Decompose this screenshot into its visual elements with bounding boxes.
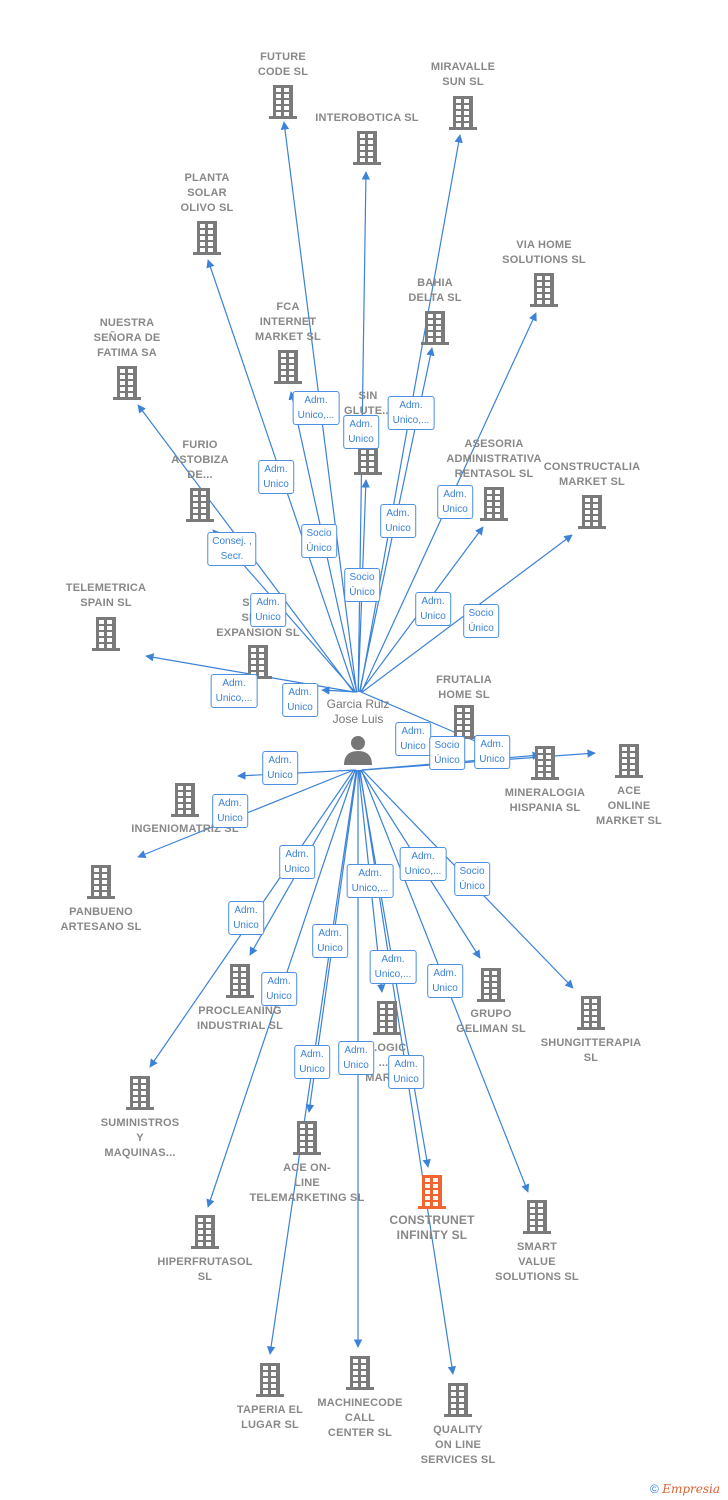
relation-label[interactable]: Adm. Unico <box>388 1055 424 1089</box>
company-label[interactable]: QUALITY ON LINE SERVICES SL <box>388 1423 528 1468</box>
building-icon[interactable] <box>126 1076 154 1110</box>
relation-label[interactable]: Adm. Unico,... <box>210 674 258 708</box>
relation-label[interactable]: Consej. , Secr. <box>207 532 257 566</box>
building-icon[interactable] <box>421 311 449 345</box>
relation-label[interactable]: Adm. Unico <box>474 735 510 769</box>
building-icon[interactable] <box>480 487 508 521</box>
building-icon[interactable] <box>191 1215 219 1249</box>
company-label[interactable]: SMART VALUE SOLUTIONS SL <box>467 1240 607 1285</box>
building-icon[interactable] <box>449 96 477 130</box>
footer-brand: © Empresia <box>650 1482 720 1496</box>
relation-label[interactable]: Socio Único <box>463 604 499 638</box>
relation-label[interactable]: Socio Único <box>344 568 380 602</box>
relation-label[interactable]: Adm. Unico <box>262 751 298 785</box>
company-label[interactable]: FUTURE CODE SL <box>213 50 353 80</box>
building-icon[interactable] <box>444 1383 472 1417</box>
relation-label[interactable]: Adm. Unico <box>380 504 416 538</box>
relation-label[interactable]: Adm. Unico <box>294 1045 330 1079</box>
building-icon[interactable] <box>373 1001 401 1035</box>
building-icon[interactable] <box>577 996 605 1030</box>
building-icon[interactable] <box>523 1200 551 1234</box>
relation-label[interactable]: Adm. Unico <box>437 485 473 519</box>
relation-label[interactable]: Adm. Unico <box>250 593 286 627</box>
relation-label[interactable]: Adm. Unico <box>228 901 264 935</box>
relation-label[interactable]: Adm. Unico <box>415 592 451 626</box>
building-icon[interactable] <box>346 1356 374 1390</box>
building-icon[interactable] <box>615 744 643 778</box>
building-icon[interactable] <box>578 495 606 529</box>
brand-logo: Empresia <box>662 1482 720 1496</box>
relation-label[interactable]: Socio Único <box>301 524 337 558</box>
company-label[interactable]: HIPERFRUTASOL SL <box>135 1255 275 1285</box>
relation-label[interactable]: Adm. Unico,... <box>387 396 435 430</box>
building-icon[interactable] <box>193 221 221 255</box>
building-icon[interactable] <box>274 350 302 384</box>
building-icon[interactable] <box>477 968 505 1002</box>
relation-label[interactable]: Adm. Unico <box>338 1041 374 1075</box>
company-label[interactable]: VIA HOME SOLUTIONS SL <box>474 238 614 268</box>
building-icon[interactable] <box>269 85 297 119</box>
company-label[interactable]: PLANTA SOLAR OLIVO SL <box>137 171 277 216</box>
relation-label[interactable]: Adm. Unico <box>258 460 294 494</box>
company-label[interactable]: CONSTRUNET INFINITY SL <box>362 1213 502 1243</box>
building-icon[interactable] <box>92 617 120 651</box>
relation-label[interactable]: Adm. Unico <box>261 972 297 1006</box>
copyright-symbol: © <box>650 1482 659 1496</box>
relation-label[interactable]: Adm. Unico,... <box>369 950 417 984</box>
network-graph <box>87 85 643 1417</box>
relation-label[interactable]: Adm. Unico <box>212 794 248 828</box>
company-label[interactable]: CONSTRUCTALIA MARKET SL <box>522 460 662 490</box>
company-label[interactable]: GRUPO GELIMAN SL <box>421 1007 561 1037</box>
relation-label[interactable]: Adm. Unico <box>343 415 379 449</box>
company-label[interactable]: MIRAVALLE SUN SL <box>393 60 533 90</box>
relation-label[interactable]: Adm. Unico <box>312 924 348 958</box>
relation-label[interactable]: Adm. Unico <box>395 722 431 756</box>
company-label[interactable]: BAHIA DELTA SL <box>365 276 505 306</box>
relation-label[interactable]: Socio Único <box>429 736 465 770</box>
building-icon[interactable] <box>531 746 559 780</box>
building-icon[interactable] <box>353 131 381 165</box>
building-icon[interactable] <box>186 488 214 522</box>
company-label[interactable]: NUESTRA SEÑORA DE FATIMA SA <box>57 316 197 361</box>
company-label[interactable]: SUMINISTROS Y MAQUINAS... <box>70 1116 210 1161</box>
building-icon[interactable] <box>171 783 199 817</box>
building-icon[interactable] <box>113 366 141 400</box>
relation-label[interactable]: Adm. Unico,... <box>399 847 447 881</box>
relation-label[interactable]: Adm. Unico,... <box>346 864 394 898</box>
person-icon[interactable] <box>344 736 372 765</box>
relation-label[interactable]: Adm. Unico <box>279 845 315 879</box>
company-label[interactable]: FCA INTERNET MARKET SL <box>218 300 358 345</box>
relation-label[interactable]: Socio Único <box>454 862 490 896</box>
building-icon[interactable] <box>530 273 558 307</box>
building-icon[interactable] <box>226 964 254 998</box>
company-label[interactable]: ACE ON- LINE TELEMARKETING SL <box>237 1161 377 1206</box>
company-label[interactable]: INTEROBOTICA SL <box>297 111 437 126</box>
relation-label[interactable]: Adm. Unico <box>427 964 463 998</box>
building-icon[interactable] <box>256 1363 284 1397</box>
company-label[interactable]: PROCLEANING INDUSTRIAL SL <box>170 1004 310 1034</box>
company-label[interactable]: ACE ONLINE MARKET SL <box>559 784 699 829</box>
building-icon[interactable] <box>87 865 115 899</box>
hub-label[interactable]: Garcia Ruiz Jose Luis <box>288 697 428 727</box>
building-icon-highlighted[interactable] <box>418 1175 446 1209</box>
company-label[interactable]: PANBUENO ARTESANO SL <box>31 905 171 935</box>
company-label[interactable]: SHUNGITTERAPIA SL <box>521 1036 661 1066</box>
relation-label[interactable]: Adm. Unico,... <box>292 391 340 425</box>
company-label[interactable]: FURIO ASTOBIZA DE... <box>130 438 270 483</box>
company-label[interactable]: TELEMETRICA SPAIN SL <box>36 581 176 611</box>
building-icon[interactable] <box>450 705 478 739</box>
building-icon[interactable] <box>293 1121 321 1155</box>
